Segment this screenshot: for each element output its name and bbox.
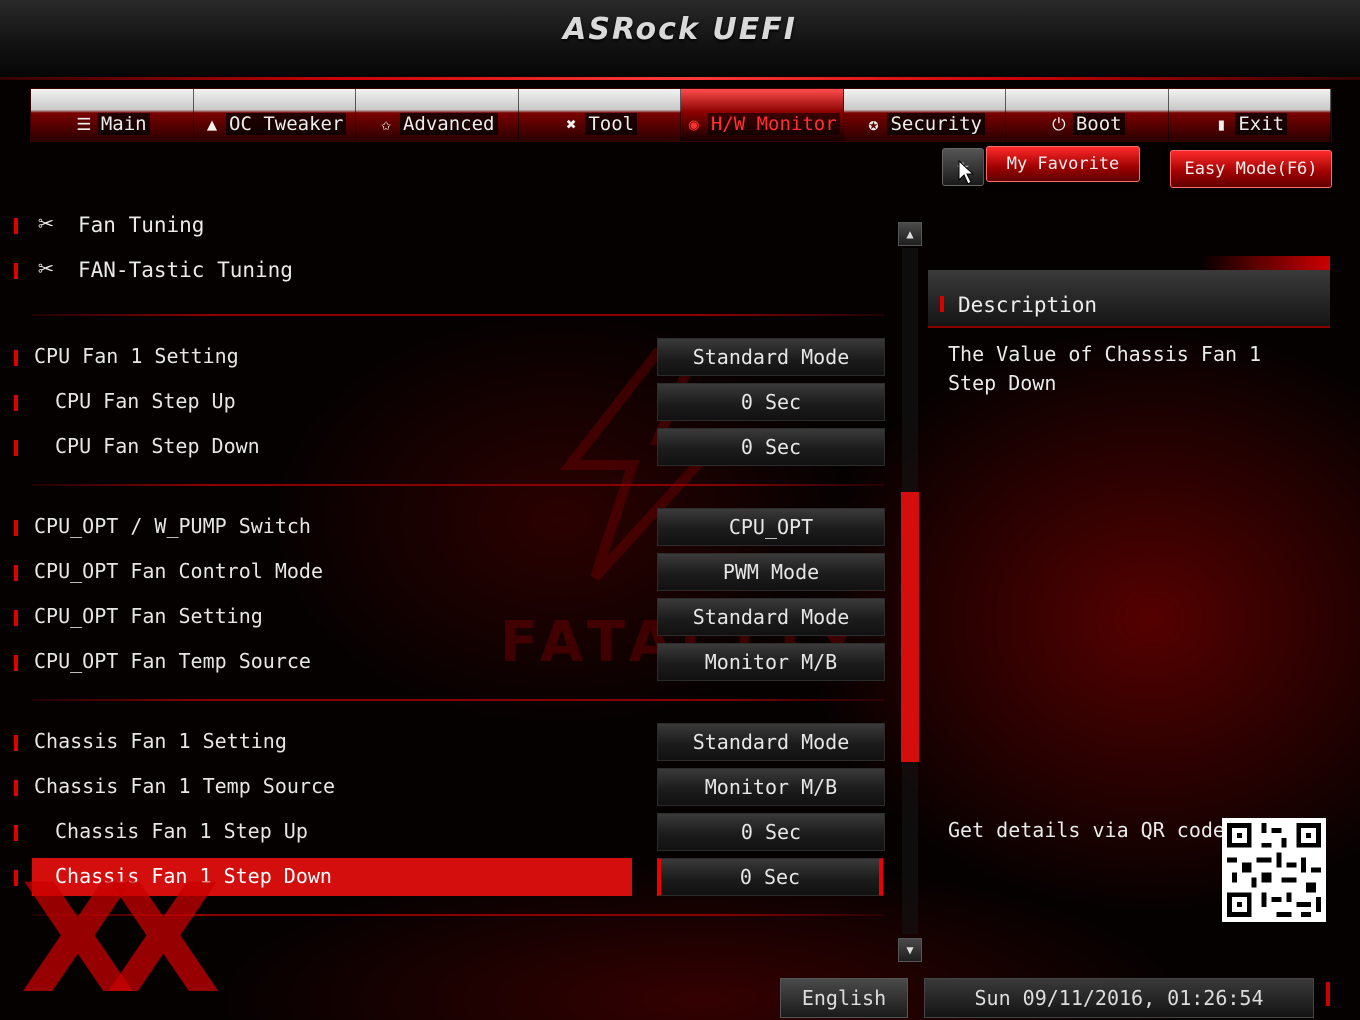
setting-value-select[interactable]: 0 Sec [657,813,885,851]
scrollbar-thumb[interactable] [901,492,919,762]
row-marker [14,565,18,581]
setting-label: Chassis Fan 1 Step Up [55,819,308,843]
uefi-screen: FATAL1TY ASRock UEFI ☰Main▲OC Tweaker✩Ad… [0,0,1360,1020]
tab-exit[interactable]: ▮ Exit [1169,89,1331,141]
tools-icon: ✖ [566,115,577,135]
row-marker [14,395,18,411]
tools-icon: ✂ [38,209,54,239]
setting-row[interactable]: CPU_OPT / W_PUMP Switch CPU_OPT [14,508,886,546]
row-marker [14,735,18,751]
description-text: The Value of Chassis Fan 1 Step Down [948,342,1262,395]
setting-label: CPU_OPT Fan Setting [34,604,263,628]
setting-value-select[interactable]: Standard Mode [657,598,885,636]
row-marker [14,218,18,234]
tab-label: Boot [1072,113,1125,135]
row-marker [14,440,18,456]
setting-row[interactable]: CPU_OPT Fan Setting Standard Mode [14,598,886,636]
tab-advanced[interactable]: ✩ Advanced [356,89,519,141]
edge-marker [1326,982,1330,1006]
setting-label: Chassis Fan 1 Setting [34,729,287,753]
row-marker [940,296,944,312]
row-marker [14,825,18,841]
list-icon: ☰ [76,115,92,135]
setting-label: CPU Fan Step Up [55,389,236,413]
setting-row[interactable]: CPU Fan 1 Setting Standard Mode [14,338,886,376]
row-marker [14,520,18,536]
divider [32,699,884,701]
setting-value-select[interactable]: Standard Mode [657,338,885,376]
setting-row[interactable]: CPU_OPT Fan Temp Source Monitor M/B [14,643,886,681]
setting-value-select[interactable]: CPU_OPT [657,508,885,546]
tools-icon: ✂ [38,254,54,284]
divider [32,314,884,316]
tab-label: Advanced [399,113,498,135]
setting-label: CPU_OPT Fan Control Mode [34,559,323,583]
power-icon: ⏻ [1052,115,1066,135]
tab-label: Exit [1235,113,1288,135]
setting-row[interactable]: Chassis Fan 1 Temp Source Monitor M/B [14,768,886,806]
mouse-cursor-icon [958,160,974,185]
monitor-icon: ◉ [688,115,699,135]
tab-security[interactable]: ✪ Security [844,89,1006,141]
tab-label: Security [887,113,985,135]
menu-item-fan-tuning[interactable]: ✂ Fan Tuning [14,206,886,246]
row-marker [14,350,18,366]
setting-value-select[interactable]: Monitor M/B [657,768,885,806]
setting-row[interactable]: CPU Fan Step Up 0 Sec [14,383,886,421]
setting-label: CPU_OPT Fan Temp Source [34,649,311,673]
brand-title: ASRock UEFI [563,12,797,47]
setting-value-select[interactable]: PWM Mode [657,553,885,591]
row-marker [14,263,18,279]
tab-main[interactable]: ☰ Main [31,89,194,141]
star-icon: ✩ [380,115,392,135]
rocket-icon: ▲ [206,115,218,135]
scroll-down-arrow-icon[interactable]: ▼ [898,938,922,962]
my-favorite-button[interactable]: My Favorite [986,146,1140,182]
setting-value-select[interactable]: 0 Sec [657,383,885,421]
scroll-up-arrow-icon[interactable]: ▲ [898,222,922,246]
setting-value-select[interactable]: Monitor M/B [657,643,885,681]
tab-oc-tweaker[interactable]: ▲ OC Tweaker [194,89,356,141]
tab-label: Tool [585,113,638,135]
tab-label: H/W Monitor [707,113,840,135]
setting-value-select[interactable]: Standard Mode [657,723,885,761]
divider [32,484,884,486]
setting-label: CPU Fan 1 Setting [34,344,239,368]
setting-label: Chassis Fan 1 Temp Source [34,774,336,798]
description-title: Description [958,293,1098,317]
setting-row[interactable]: Chassis Fan 1 Setting Standard Mode [14,723,886,761]
menu-item-fan-tastic-tuning[interactable]: ✂ FAN-Tastic Tuning [14,251,886,291]
shield-icon: ✪ [868,115,879,135]
tab-label: Main [97,113,150,135]
setting-row[interactable]: Chassis Fan 1 Step Up 0 Sec [14,813,886,851]
title-bar: ASRock UEFI [0,0,1360,80]
setting-label: CPU_OPT / W_PUMP Switch [34,514,311,538]
easy-mode-button[interactable]: Easy Mode(F6) [1170,150,1332,188]
tab-label: OC Tweaker [226,113,347,135]
menu-item-label: FAN-Tastic Tuning [78,258,293,282]
setting-label: CPU Fan Step Down [55,434,260,458]
row-marker [14,655,18,671]
language-button[interactable]: English [780,978,908,1018]
menu-item-label: Fan Tuning [78,213,205,237]
tab-boot[interactable]: ⏻ Boot [1006,89,1169,141]
date-time-display: Sun 09/11/2016, 01:26:54 [924,978,1314,1018]
qr-code-label: Get details via QR code [948,818,1225,842]
description-header: Description [928,256,1330,328]
row-marker [14,780,18,796]
setting-row[interactable]: CPU Fan Step Down 0 Sec [14,428,886,466]
watermark-logo: XX [20,853,221,1020]
qr-code-icon [1222,818,1326,922]
exit-icon: ▮ [1216,115,1227,135]
row-marker [14,610,18,626]
setting-value-select[interactable]: 0 Sec [657,858,883,896]
tab-tool[interactable]: ✖ Tool [519,89,681,141]
row-marker [14,870,18,886]
setting-value-select[interactable]: 0 Sec [657,428,885,466]
tab-h-w-monitor[interactable]: ◉ H/W Monitor [681,89,844,141]
setting-row[interactable]: CPU_OPT Fan Control Mode PWM Mode [14,553,886,591]
main-tab-bar: ☰ Main ▲ OC Tweaker ✩ Advanced ✖ Tool ◉ H/W Monit… [30,88,1332,142]
